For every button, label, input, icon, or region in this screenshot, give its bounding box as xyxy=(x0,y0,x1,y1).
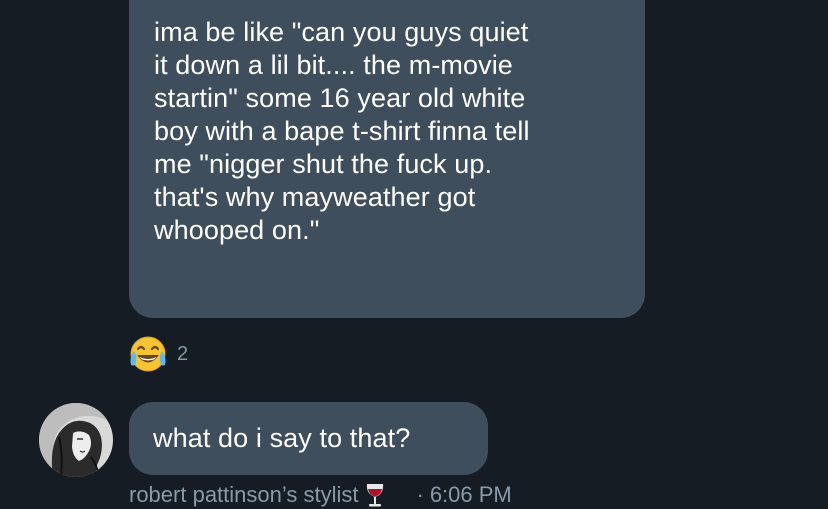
message-line: it down a lil bit.... the m-movie xyxy=(154,50,513,80)
reaction-count: 2 xyxy=(177,342,189,365)
message-line: boy with a bape t-shirt finna tell xyxy=(154,116,530,146)
message-line: startin" some 16 year old white xyxy=(154,83,526,113)
avatar-image xyxy=(39,403,113,477)
sender-name[interactable]: robert pattinson’s stylist xyxy=(129,482,358,508)
meta-separator: · xyxy=(416,482,424,507)
message-text: what do i say to that? xyxy=(153,423,411,453)
message-line: ima be like "can you guys quiet xyxy=(154,17,529,47)
message-timestamp: 6:06 PM xyxy=(429,482,512,507)
message-meta: robert pattinson’s stylist · 6:06 PM xyxy=(129,482,512,508)
message-bubble[interactable]: ima be like "can you guys quiet it down … xyxy=(129,0,645,318)
joy-emoji-icon xyxy=(130,336,166,372)
avatar[interactable] xyxy=(39,403,113,477)
message-line: whooped on." xyxy=(154,215,320,245)
conversation-view: ima be like "can you guys quiet it down … xyxy=(0,0,828,509)
wine-glass-icon xyxy=(367,484,384,507)
message-bubble[interactable]: what do i say to that? xyxy=(129,402,488,475)
message-line: that's why mayweather got xyxy=(154,182,476,212)
message-reaction[interactable]: 2 xyxy=(127,334,188,374)
message-line: me "nigger shut the fuck up. xyxy=(154,149,493,179)
